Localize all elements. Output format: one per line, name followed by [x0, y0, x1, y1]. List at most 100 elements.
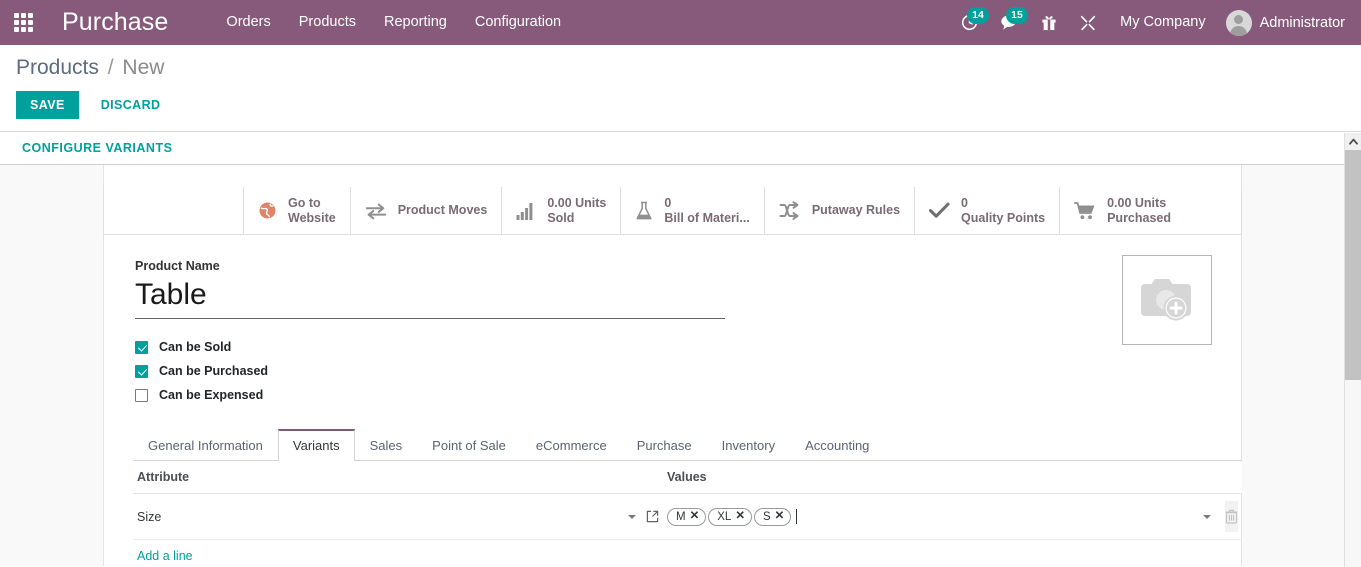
- add-line-row: Add a line: [133, 540, 1242, 567]
- breadcrumb-current: New: [122, 56, 164, 79]
- stat-button-product-moves[interactable]: Product Moves: [351, 187, 503, 234]
- stat-line1: Bill of Materi...: [664, 211, 749, 226]
- breadcrumb-products[interactable]: Products: [16, 56, 99, 79]
- table-row[interactable]: Size: [133, 494, 1242, 540]
- menu-item-reporting[interactable]: Reporting: [370, 0, 461, 45]
- value-tag-m[interactable]: M ✕: [667, 508, 706, 526]
- product-image-upload[interactable]: [1122, 255, 1212, 345]
- company-switcher[interactable]: My Company: [1108, 0, 1217, 45]
- menu-item-orders[interactable]: Orders: [212, 0, 284, 45]
- value-tag-s[interactable]: S ✕: [754, 508, 791, 526]
- stat-label-go-to-website: Go to Website: [288, 196, 336, 226]
- stat-button-bill-of-materials[interactable]: 0 Bill of Materi...: [621, 187, 764, 234]
- action-bar: CONFIGURE VARIANTS: [0, 132, 1361, 165]
- stat-line1: Go to: [288, 196, 336, 211]
- apps-menu-button[interactable]: [0, 0, 46, 45]
- add-a-line-button[interactable]: Add a line: [133, 540, 197, 566]
- stat-value: 0: [664, 196, 749, 211]
- can-be-sold-label[interactable]: Can be Sold: [159, 340, 231, 354]
- product-name-label: Product Name: [135, 259, 1242, 273]
- globe-website-icon: [258, 201, 277, 220]
- stat-line1: Product Moves: [398, 203, 488, 218]
- menu-item-configuration[interactable]: Configuration: [461, 0, 575, 45]
- can-be-sold-checkbox[interactable]: [135, 341, 148, 354]
- can-be-purchased-label[interactable]: Can be Purchased: [159, 364, 268, 378]
- activity-menu-button[interactable]: 14: [950, 0, 989, 45]
- stat-line1: Quality Points: [961, 211, 1045, 226]
- stat-label-quality-points: 0 Quality Points: [961, 196, 1045, 226]
- column-header-delete: [1202, 461, 1242, 494]
- apps-grid-icon: [14, 13, 33, 32]
- vertical-scrollbar[interactable]: [1344, 133, 1361, 567]
- remove-tag-icon[interactable]: ✕: [775, 511, 785, 523]
- discard-button[interactable]: DISCARD: [89, 92, 173, 118]
- tab-sales[interactable]: Sales: [355, 429, 418, 461]
- column-header-attribute: Attribute: [133, 461, 663, 494]
- notebook-tab-strip: General Information Variants Sales Point…: [133, 429, 1242, 461]
- value-tag-label: M: [676, 510, 686, 524]
- delete-row-button[interactable]: [1225, 501, 1238, 532]
- shopping-cart-icon: [1074, 201, 1096, 220]
- shuffle-icon: [779, 201, 801, 220]
- remove-tag-icon[interactable]: ✕: [735, 511, 745, 523]
- stat-buttons-row: Go to Website Product Moves: [103, 187, 1242, 235]
- gift-menu-button[interactable]: [1030, 0, 1068, 45]
- developer-tools-button[interactable]: [1068, 0, 1108, 45]
- add-line-cell: Add a line: [133, 540, 1242, 567]
- messaging-menu-button[interactable]: 15: [989, 0, 1030, 45]
- product-title-block: Product Name: [103, 235, 1242, 319]
- tab-variants[interactable]: Variants: [278, 429, 355, 461]
- can-be-expensed-label[interactable]: Can be Expensed: [159, 388, 263, 402]
- cell-attribute[interactable]: Size: [133, 494, 663, 540]
- messaging-count-badge: 15: [1006, 7, 1028, 24]
- caret-down-icon[interactable]: [628, 515, 636, 519]
- breadcrumb: Products / New: [16, 45, 1345, 80]
- tab-purchase[interactable]: Purchase: [622, 429, 707, 461]
- stat-button-putaway-rules[interactable]: Putaway Rules: [765, 187, 915, 234]
- checkbox-row-can-be-expensed: Can be Expensed: [135, 383, 1242, 407]
- product-name-input[interactable]: [135, 278, 725, 319]
- can-be-purchased-checkbox[interactable]: [135, 365, 148, 378]
- stat-button-placeholder: [104, 187, 244, 234]
- tab-general-information[interactable]: General Information: [133, 429, 278, 461]
- systray: 14 15 My Company: [950, 0, 1361, 45]
- app-brand-title[interactable]: Purchase: [62, 8, 168, 37]
- tab-inventory[interactable]: Inventory: [707, 429, 790, 461]
- checkbox-row-can-be-purchased: Can be Purchased: [135, 359, 1242, 383]
- stat-button-units-purchased[interactable]: 0.00 Units Purchased: [1060, 187, 1185, 234]
- stat-button-units-sold[interactable]: 0.00 Units Sold: [502, 187, 621, 234]
- bar-chart-icon: [516, 202, 536, 220]
- tab-point-of-sale[interactable]: Point of Sale: [417, 429, 521, 461]
- product-flags-group: Can be Sold Can be Purchased Can be Expe…: [103, 319, 1242, 407]
- configure-variants-button[interactable]: CONFIGURE VARIANTS: [22, 141, 172, 155]
- stat-button-go-to-website[interactable]: Go to Website: [244, 187, 351, 234]
- save-button[interactable]: SAVE: [16, 91, 79, 119]
- caret-up-icon: [1349, 138, 1358, 145]
- external-link-icon[interactable]: [646, 510, 659, 523]
- activity-count-badge: 14: [967, 7, 989, 24]
- main-menu: Orders Products Reporting Configuration: [212, 0, 575, 45]
- scrollbar-up-button[interactable]: [1345, 133, 1361, 150]
- user-avatar-icon: [1226, 10, 1252, 36]
- flask-icon: [635, 201, 653, 221]
- gift-icon: [1041, 14, 1057, 31]
- scrollbar-thumb[interactable]: [1345, 150, 1361, 380]
- cell-values[interactable]: M ✕ XL ✕ S ✕: [663, 494, 1202, 540]
- stat-line1: Putaway Rules: [812, 203, 900, 218]
- tab-ecommerce[interactable]: eCommerce: [521, 429, 622, 461]
- values-text-cursor: [796, 509, 797, 524]
- menu-item-products[interactable]: Products: [285, 0, 370, 45]
- user-menu-button[interactable]: Administrator: [1218, 10, 1349, 36]
- attribute-lines-table: Attribute Values Size: [133, 461, 1242, 566]
- trash-icon: [1225, 509, 1238, 524]
- value-tag-xl[interactable]: XL ✕: [708, 508, 752, 526]
- values-caret-down-icon[interactable]: [1203, 515, 1211, 519]
- can-be-expensed-checkbox[interactable]: [135, 389, 148, 402]
- tab-accounting[interactable]: Accounting: [790, 429, 884, 461]
- form-sheet: Go to Website Product Moves: [103, 165, 1242, 566]
- stat-button-quality-points[interactable]: 0 Quality Points: [915, 187, 1060, 234]
- remove-tag-icon[interactable]: ✕: [690, 511, 700, 523]
- exchange-arrows-icon: [365, 202, 387, 220]
- check-icon: [929, 202, 950, 219]
- stat-label-product-moves: Product Moves: [398, 203, 488, 218]
